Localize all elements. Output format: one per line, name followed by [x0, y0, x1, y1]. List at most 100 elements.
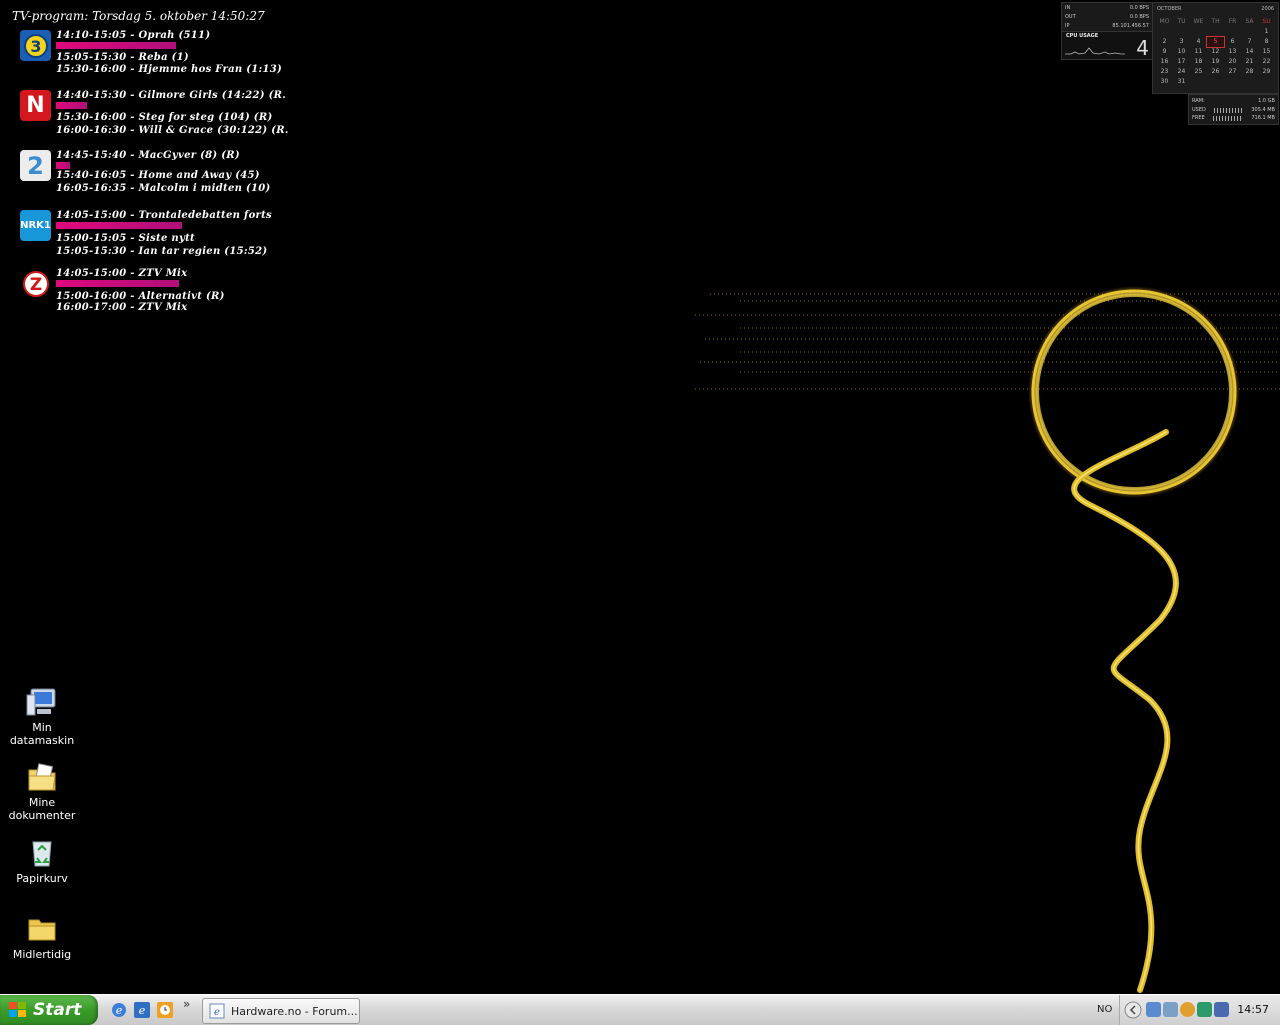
calendar-day[interactable]: 8	[1258, 37, 1275, 47]
tv2-logo-icon: 2	[20, 150, 51, 181]
taskbar-clock[interactable]: 14:57	[1237, 1003, 1269, 1016]
quicklaunch-browser-icon[interactable]: e	[133, 1001, 151, 1019]
taskbar-window-button[interactable]: e Hardware.no - Forum...	[202, 998, 360, 1024]
calendar-weekday: SA	[1245, 18, 1254, 25]
calendar-day[interactable]: 10	[1173, 47, 1190, 57]
calendar-day[interactable]: 19	[1207, 57, 1224, 67]
calendar-weekday: TU	[1177, 18, 1186, 25]
calendar-day[interactable]: 29	[1258, 67, 1275, 77]
desktop-icon-label: Papirkurv	[16, 872, 68, 885]
calendar-day[interactable]: 27	[1224, 67, 1241, 77]
calendar-day	[1190, 27, 1207, 37]
net-in-label: IN	[1065, 5, 1071, 11]
svg-text:e: e	[139, 1004, 146, 1017]
calendar-day	[1173, 27, 1190, 37]
calendar-day[interactable]: 20	[1224, 57, 1241, 67]
calendar-weekday: SU	[1262, 18, 1271, 25]
calendar-day[interactable]: 16	[1156, 57, 1173, 67]
calendar-day[interactable]: 21	[1241, 57, 1258, 67]
documents-folder-icon	[25, 760, 59, 794]
program-progress-bar	[56, 222, 182, 229]
calendar-weekday: FR	[1228, 18, 1237, 25]
calendar-day[interactable]: 24	[1173, 67, 1190, 77]
calendar-day[interactable]: 23	[1156, 67, 1173, 77]
calendar-day[interactable]: 5	[1206, 36, 1225, 48]
tray-network-icon[interactable]	[1146, 1002, 1161, 1017]
calendar-day[interactable]: 15	[1258, 47, 1275, 57]
calendar-day	[1207, 27, 1224, 37]
cpu-value: 4	[1136, 36, 1149, 60]
calendar-day[interactable]: 30	[1156, 77, 1173, 87]
quicklaunch-clock-icon[interactable]	[156, 1001, 174, 1019]
tray-update-icon[interactable]	[1163, 1002, 1178, 1017]
desktop-icon-label: Midlertidig	[12, 948, 72, 961]
calendar-day	[1224, 27, 1241, 37]
calendar-day[interactable]: 28	[1241, 67, 1258, 77]
calendar-day[interactable]: 9	[1156, 47, 1173, 57]
program-progress-bar	[56, 42, 176, 49]
calendar-day[interactable]: 13	[1224, 47, 1241, 57]
taskbar-window-title: Hardware.no - Forum...	[231, 1004, 358, 1018]
system-tray: 14:57	[1119, 995, 1280, 1025]
tvnorge-logo-icon: N	[20, 90, 51, 121]
program-later: 15:30-16:00 - Hjemme hos Fran (1:13)	[56, 64, 283, 75]
program-now: 14:10-15:05 - Oprah (511)	[56, 30, 211, 41]
quicklaunch-overflow-chevron[interactable]: »	[183, 997, 190, 1011]
desktop-icon-my-computer[interactable]: Min datamaskin	[0, 685, 84, 747]
language-indicator[interactable]: NO	[1097, 1004, 1112, 1015]
start-button[interactable]: Start	[0, 995, 98, 1025]
calendar-weekday: TH	[1211, 18, 1220, 25]
cpu-usage-widget: CPU USAGE 4	[1061, 31, 1153, 60]
tray-messenger-icon[interactable]	[1180, 1002, 1195, 1017]
quicklaunch-ie-icon[interactable]: e	[110, 1001, 128, 1019]
svg-text:e: e	[116, 1004, 123, 1017]
net-out-value: 0.0 BPS	[1129, 14, 1149, 20]
calendar-day[interactable]: 7	[1241, 37, 1258, 47]
desktop-icon-recycle-bin[interactable]: Papirkurv	[0, 836, 84, 885]
calendar-day[interactable]: 11	[1190, 47, 1207, 57]
calendar-day[interactable]: 31	[1173, 77, 1190, 87]
calendar-weekday: WE	[1193, 18, 1204, 25]
program-progress-bar	[56, 102, 87, 109]
desktop-icon-midlertidig[interactable]: Midlertidig	[0, 912, 84, 961]
svg-text:3: 3	[30, 37, 41, 56]
ram-free-meter	[1213, 115, 1243, 121]
calendar-day[interactable]: 22	[1258, 57, 1275, 67]
tray-expand-icon[interactable]	[1124, 1001, 1142, 1019]
calendar-day	[1156, 27, 1173, 37]
ram-used-label: USED	[1192, 107, 1206, 113]
calendar-day[interactable]: 14	[1241, 47, 1258, 57]
program-next: 15:05-15:30 - Reba (1)	[56, 52, 189, 63]
start-label: Start	[33, 1000, 82, 1020]
windows-logo-icon	[9, 1002, 27, 1018]
calendar-day[interactable]: 17	[1173, 57, 1190, 67]
calendar-day[interactable]: 6	[1224, 37, 1241, 47]
net-in-value: 0.0 BPS	[1129, 5, 1149, 11]
tray-security-icon[interactable]	[1197, 1002, 1212, 1017]
calendar-day[interactable]: 1	[1258, 27, 1275, 37]
calendar-day[interactable]: 4	[1190, 37, 1207, 47]
calendar-day[interactable]: 2	[1156, 37, 1173, 47]
ram-free-value: 716.1 MB	[1251, 115, 1275, 121]
desktop-icon-my-documents[interactable]: Mine dokumenter	[0, 760, 84, 822]
ram-label: RAM:	[1192, 98, 1205, 104]
program-later: 15:05-15:30 - Ian tar regien (15:52)	[56, 246, 268, 257]
desktop-icon-label: Mine dokumenter	[8, 796, 76, 822]
tv-program-title: TV-program: Torsdag 5. oktober 14:50:27	[12, 9, 265, 23]
ram-free-label: FREE	[1192, 115, 1205, 121]
program-now: 14:05-15:00 - ZTV Mix	[56, 268, 188, 279]
taskbar: Start e e » e Hardware.no - Forum... NO …	[0, 994, 1280, 1025]
calendar-day[interactable]: 3	[1173, 37, 1190, 47]
program-later: 16:00-16:30 - Will & Grace (30:122) (R.	[56, 125, 289, 136]
calendar-day[interactable]: 26	[1207, 67, 1224, 77]
net-out-label: OUT	[1065, 14, 1076, 20]
program-later: 16:05-16:35 - Malcolm i midten (10)	[56, 183, 271, 194]
cpu-label: CPU USAGE	[1066, 33, 1099, 39]
calendar-day[interactable]: 25	[1190, 67, 1207, 77]
calendar-day[interactable]: 12	[1207, 47, 1224, 57]
calendar-day[interactable]: 18	[1190, 57, 1207, 67]
calendar-weekday: MO	[1159, 18, 1170, 25]
cpu-graph	[1065, 47, 1125, 55]
tray-display-icon[interactable]	[1214, 1002, 1229, 1017]
calendar-day	[1241, 27, 1258, 37]
